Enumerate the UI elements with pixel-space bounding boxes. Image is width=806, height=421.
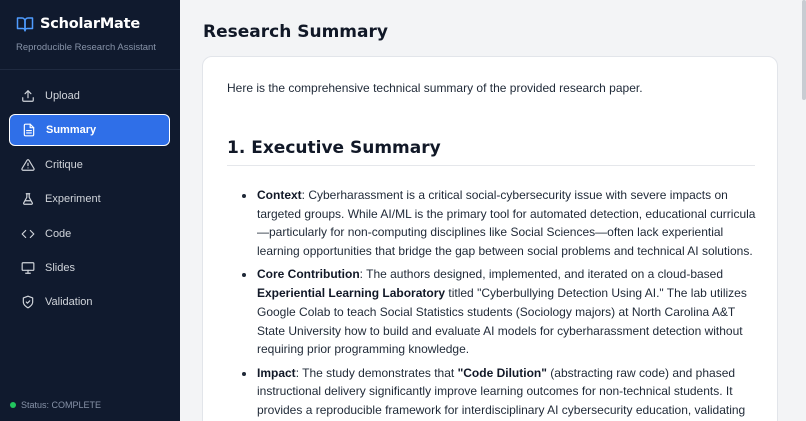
main-content: Research Summary Here is the comprehensi… xyxy=(180,0,802,421)
sidebar-item-label: Upload xyxy=(45,90,80,102)
status-text: Status: COMPLETE xyxy=(21,400,102,410)
sidebar-item-upload[interactable]: Upload xyxy=(9,80,170,112)
bullet-emphasis: Experiential Learning Laboratory xyxy=(257,286,446,301)
list-item: Impact: The study demonstrates that "Cod… xyxy=(241,364,759,420)
sidebar-nav: Upload Summary Critique Experiment Code xyxy=(9,80,170,321)
sidebar-item-critique[interactable]: Critique xyxy=(9,149,170,181)
status-indicator: Status: COMPLETE xyxy=(10,400,101,410)
sidebar-item-experiment[interactable]: Experiment xyxy=(9,183,170,215)
bullet-text: : The authors designed, implemented, and… xyxy=(359,267,724,282)
sidebar-item-label: Summary xyxy=(46,124,97,137)
summary-card: Here is the comprehensive technical summ… xyxy=(202,56,778,421)
bullet-label: Impact xyxy=(257,365,296,380)
bullet-emphasis: "Code Dilution" xyxy=(457,365,547,380)
upload-icon xyxy=(22,90,34,102)
sidebar-item-label: Validation xyxy=(45,296,93,309)
bullet-list: Context: Cyberharassment is a critical s… xyxy=(241,186,759,421)
warning-icon xyxy=(21,158,35,171)
book-open-icon xyxy=(16,17,34,32)
presentation-icon xyxy=(21,262,35,274)
flask-icon xyxy=(23,193,33,206)
code-icon xyxy=(21,229,35,238)
brand[interactable]: ScholarMate xyxy=(16,15,140,33)
sidebar-item-label: Code xyxy=(45,227,72,240)
page-title: Research Summary xyxy=(203,22,388,42)
sidebar-item-label: Experiment xyxy=(45,193,101,206)
sidebar-item-slides[interactable]: Slides xyxy=(9,252,170,284)
sidebar: ScholarMate Reproducible Research Assist… xyxy=(0,0,180,421)
bullet-text: : The study demonstrates that xyxy=(295,365,458,380)
brand-subtitle: Reproducible Research Assistant xyxy=(16,42,156,53)
section-divider xyxy=(227,165,755,166)
brand-name: ScholarMate xyxy=(40,16,141,32)
sidebar-item-validation[interactable]: Validation xyxy=(9,286,170,318)
section-heading: 1. Executive Summary xyxy=(227,138,441,158)
page-scrollbar[interactable] xyxy=(802,0,806,421)
document-icon xyxy=(23,123,35,137)
bullet-text: : Cyberharassment is a critical social-c… xyxy=(257,188,756,259)
sidebar-item-label: Slides xyxy=(45,261,75,274)
scrollbar-thumb[interactable] xyxy=(802,0,806,100)
divider xyxy=(0,69,180,70)
list-item: Context: Cyberharassment is a critical s… xyxy=(241,186,759,261)
list-item: Core Contribution: The authors designed,… xyxy=(241,265,759,359)
sidebar-item-label: Critique xyxy=(45,158,83,171)
bullet-label: Core Contribution xyxy=(257,267,360,282)
intro-text: Here is the comprehensive technical summ… xyxy=(227,81,643,95)
status-dot-icon xyxy=(10,402,16,408)
bullet-label: Context xyxy=(257,188,302,202)
shield-check-icon xyxy=(22,295,34,309)
sidebar-item-summary[interactable]: Summary xyxy=(9,114,170,147)
sidebar-item-code[interactable]: Code xyxy=(9,218,170,250)
